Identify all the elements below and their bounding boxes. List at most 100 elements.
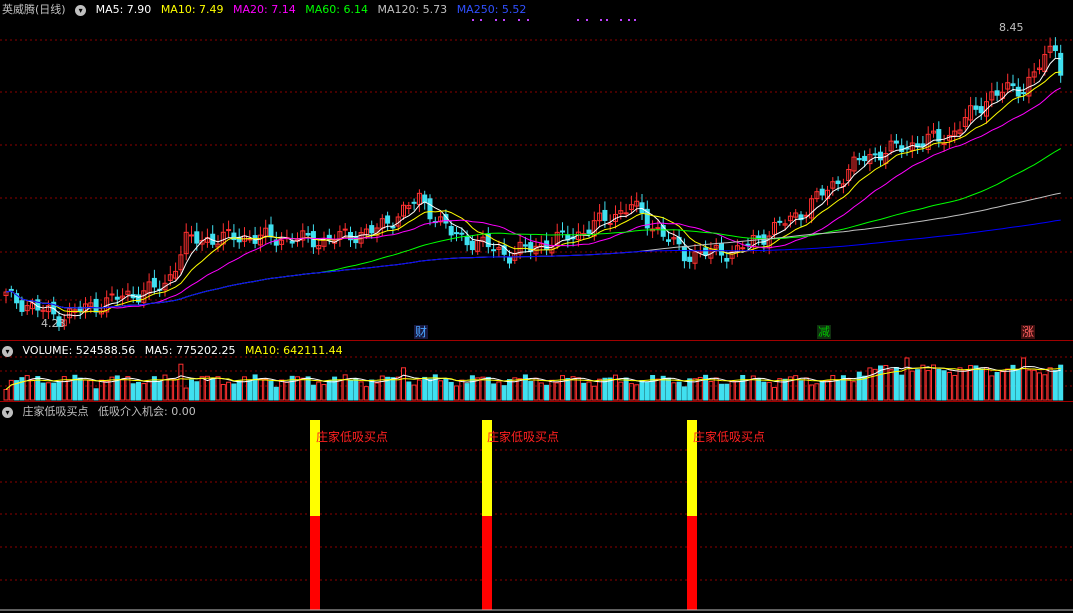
volume-bar [284, 381, 290, 401]
volume-bar [729, 380, 735, 401]
volume-bar [978, 368, 984, 401]
signal-bar-lower [687, 516, 697, 610]
candle-body [8, 288, 14, 291]
volume-bar [925, 370, 931, 401]
signal-dot [628, 19, 630, 21]
volume-bar [459, 379, 465, 401]
volume-bar [464, 383, 470, 401]
volume-bar [899, 374, 905, 401]
volume-bar [1042, 374, 1048, 401]
signal-dot [600, 19, 602, 21]
event-marker-rise[interactable]: 涨 [1021, 325, 1036, 339]
volume-bar [761, 381, 767, 401]
expand-icon[interactable]: ▾ [75, 4, 87, 16]
volume-bar [273, 386, 279, 401]
volume-bar [920, 364, 926, 401]
candle-body [1052, 45, 1058, 52]
candle-body [469, 240, 475, 251]
price-chart-panel[interactable]: 英威腾(日线) ▾ MA5: 7.90 MA10: 7.49 MA20: 7.1… [0, 0, 1073, 340]
volume-bar [851, 381, 857, 401]
indicator-panel[interactable]: ▾ 庄家低吸买点 低吸介入机会: 0.00 庄家低吸买点 庄家低吸买点 庄家低吸… [0, 402, 1073, 613]
volume-bar [713, 377, 719, 401]
volume-bar [650, 375, 656, 401]
volume-bar [252, 374, 258, 401]
volume-bar [369, 379, 375, 401]
volume-bar [591, 385, 597, 401]
candle-body [194, 231, 200, 244]
candlestick-chart[interactable] [0, 0, 1073, 340]
candle-body [878, 151, 883, 161]
volume-bar [554, 382, 560, 401]
volume-bar [819, 380, 825, 401]
candle-body [422, 194, 428, 203]
candle-body [1021, 92, 1027, 95]
volume-bar [104, 380, 110, 401]
event-marker-finance[interactable]: 财 [414, 325, 429, 339]
indicator-legend: ▾ 庄家低吸买点 低吸介入机会: 0.00 [2, 405, 202, 419]
volume-bar [740, 374, 746, 401]
volume-bar [936, 368, 942, 401]
volume-bar [300, 377, 306, 401]
ma10-line [5, 71, 1061, 313]
volume-bar [904, 357, 910, 401]
signal-dot [518, 19, 520, 21]
volume-bar [30, 379, 35, 401]
volume-bar [565, 377, 571, 401]
signal-bar-lower [310, 516, 320, 610]
candle-body [893, 140, 899, 144]
volume-bar [183, 387, 189, 401]
volume-bar [279, 379, 285, 401]
volume-bar [88, 380, 94, 401]
volume-bar [952, 374, 958, 401]
volume-bar [109, 376, 115, 401]
volume-bar [496, 381, 502, 401]
signal-dot [495, 19, 497, 21]
volume-bar [655, 378, 661, 401]
volume-bar [581, 382, 587, 401]
volume-bar [194, 381, 200, 401]
volume-bar [67, 380, 73, 401]
candle-body [756, 235, 762, 239]
volume-bar [427, 378, 433, 401]
stock-title: 英威腾(日线) [2, 3, 66, 16]
indicator-value: 低吸介入机会: 0.00 [98, 405, 196, 418]
volume-bar [438, 380, 444, 401]
volume-bar [56, 381, 62, 401]
volume-expand-icon[interactable]: ▾ [2, 345, 13, 357]
volume-bar [973, 365, 979, 401]
candle-body [666, 239, 671, 242]
volume-bar [432, 374, 438, 401]
candle-body [268, 224, 274, 238]
indicator-expand-icon[interactable]: ▾ [2, 406, 13, 418]
volume-bar [867, 367, 873, 401]
signal-dot [480, 19, 482, 21]
volume-bar [517, 378, 523, 401]
volume-bar [1005, 368, 1011, 401]
volume-bar [454, 385, 459, 401]
high-price-label: 8.45 [999, 21, 1024, 34]
volume-bar [83, 379, 88, 401]
volume-bar [236, 380, 242, 401]
volume-bar [825, 380, 830, 401]
candle-body [655, 227, 661, 230]
volume-bar [130, 383, 136, 401]
candle-body [607, 222, 613, 225]
event-marker-reduce[interactable]: 减 [817, 325, 832, 339]
volume-bar [422, 376, 428, 401]
volume-bar [189, 379, 194, 401]
volume-bar [507, 379, 512, 401]
signal-dot [527, 19, 529, 21]
volume-bar [411, 384, 417, 401]
volume-bar [348, 379, 353, 401]
volume-bar [157, 380, 163, 401]
volume-panel[interactable]: ▾ VOLUME: 524588.56 MA5: 775202.25 MA10:… [0, 341, 1073, 401]
volume-bar [395, 376, 401, 401]
signal-dot [620, 19, 622, 21]
candle-body [835, 180, 841, 185]
volume-bar [443, 377, 449, 401]
volume-bar [310, 384, 316, 401]
volume-bar [835, 379, 841, 401]
volume-bar [268, 380, 274, 401]
volume-bar [45, 382, 51, 401]
ma5-line [5, 57, 1061, 317]
